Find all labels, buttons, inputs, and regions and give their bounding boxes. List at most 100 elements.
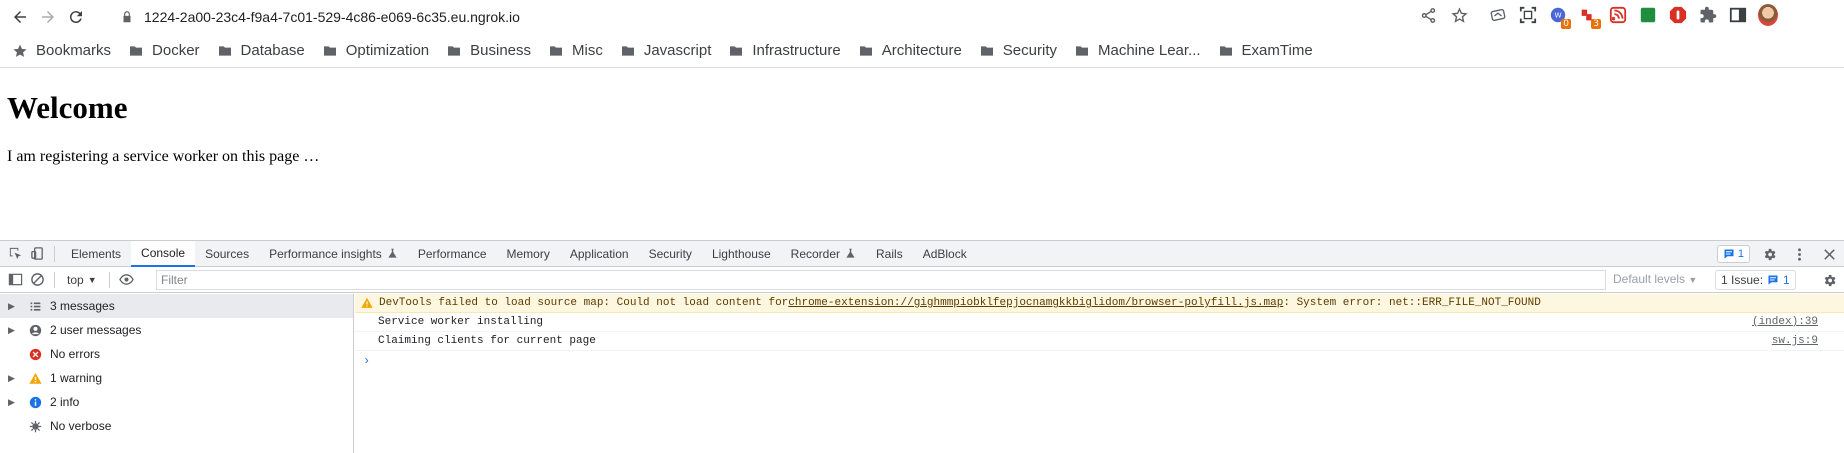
- arrow-left-icon: [14, 11, 26, 23]
- bookmark-folder[interactable]: Misc: [548, 37, 610, 65]
- extensions-menu[interactable]: [1698, 5, 1718, 25]
- rss-ext[interactable]: [1608, 5, 1628, 25]
- bookmark-folder[interactable]: Docker: [128, 37, 207, 65]
- bookmark-label: Machine Lear...: [1097, 42, 1201, 59]
- separator: [108, 271, 110, 288]
- console-warning-message[interactable]: DevTools failed to load source map: Coul…: [355, 294, 1844, 313]
- console-toolbar: top ▼ Filter Default levels ▼ 1 Issue: 1: [0, 267, 1844, 293]
- issues-count: 1: [1783, 273, 1790, 287]
- filter-input[interactable]: Filter: [156, 270, 1606, 290]
- sidebar-item-label: 3 messages: [50, 299, 115, 313]
- sidebar-item-label: 2 info: [50, 395, 80, 409]
- address-bar[interactable]: 1224-2a00-23c4-f9a4-7c01-529-4c86-e069-6…: [108, 2, 1474, 32]
- expand-arrow-icon[interactable]: ▶: [8, 325, 20, 336]
- kebab-menu-icon: [1797, 247, 1801, 261]
- forward-button[interactable]: [34, 3, 62, 31]
- bookmark-folder[interactable]: Javascript: [620, 37, 719, 65]
- inspect-element-button[interactable]: [4, 243, 26, 265]
- tab-elements[interactable]: Elements: [61, 241, 131, 267]
- page-paragraph: I am registering a service worker on thi…: [7, 148, 320, 165]
- console-log-message[interactable]: Claiming clients for current page sw.js:…: [355, 332, 1844, 351]
- folder-icon: [448, 45, 461, 56]
- avatar: [1758, 4, 1778, 26]
- ublock-ext[interactable]: 3: [1578, 5, 1601, 29]
- source-map-link[interactable]: chrome-extension://gighmmpiobklfepjocnam…: [788, 297, 1283, 309]
- verbose-icon: [26, 419, 44, 433]
- sidebar-item-label: 2 user messages: [50, 323, 142, 337]
- device-toolbar-button[interactable]: [26, 243, 48, 265]
- context-selector[interactable]: top ▼: [61, 273, 103, 287]
- extension-badge: 0: [1561, 19, 1571, 29]
- tab-label: Console: [141, 245, 186, 260]
- issues-button[interactable]: 1 Issue: 1: [1715, 270, 1796, 290]
- green-ext[interactable]: [1638, 5, 1658, 25]
- close-devtools-button[interactable]: [1818, 243, 1840, 265]
- tab-application[interactable]: Application: [560, 241, 639, 267]
- settings-button[interactable]: [1758, 243, 1780, 265]
- tab-adblock[interactable]: AdBlock: [913, 241, 977, 267]
- tab-security[interactable]: Security: [639, 241, 702, 267]
- sidebar-item-2-user-messages[interactable]: ▶ 2 user messages: [0, 318, 353, 342]
- folder-icon: [323, 45, 336, 56]
- bookmark-star-icon[interactable]: [1451, 7, 1468, 24]
- sidebar-item-1-warning[interactable]: ▶ 1 warning: [0, 366, 353, 390]
- expand-arrow-icon[interactable]: ▶: [8, 301, 20, 312]
- extensions-row: W 0 3: [1488, 4, 1778, 29]
- adblock-ext[interactable]: [1668, 5, 1688, 25]
- reload-button[interactable]: [62, 3, 90, 31]
- more-options-button[interactable]: [1788, 243, 1810, 265]
- google-translate-ext[interactable]: [1488, 5, 1508, 25]
- eye-icon: [119, 274, 134, 285]
- tab-recorder[interactable]: Recorder: [781, 241, 866, 267]
- tab-label: Sources: [205, 246, 250, 261]
- bookmark-folder[interactable]: Business: [446, 37, 538, 65]
- sidebar-item-3-messages[interactable]: ▶ 3 messages: [0, 294, 353, 318]
- tab-sources[interactable]: Sources: [195, 241, 259, 267]
- bookmark-label: Docker: [152, 42, 200, 59]
- clear-console-button[interactable]: [26, 269, 48, 291]
- bookmark-folder[interactable]: Security: [979, 37, 1064, 65]
- sidebar-item-label: 1 warning: [50, 371, 103, 385]
- devtools-panel: Elements Console Sources Performance insigh…: [0, 240, 1844, 453]
- sidebar-item-label: No errors: [50, 347, 101, 361]
- folder-icon: [730, 45, 743, 56]
- source-link[interactable]: (index):39: [1752, 316, 1818, 328]
- log-levels-dropdown[interactable]: Default levels ▼: [1613, 272, 1697, 286]
- folder-icon: [218, 45, 231, 56]
- source-link[interactable]: sw.js:9: [1772, 335, 1818, 347]
- tab-performance-insights[interactable]: Performance insights: [259, 241, 408, 267]
- bookmark-folder[interactable]: Infrastructure: [728, 37, 847, 65]
- toggle-sidebar-button[interactable]: [4, 269, 26, 291]
- sidebar-item-no-verbose[interactable]: No verbose: [0, 414, 353, 438]
- bookmarks-root[interactable]: Bookmarks: [12, 37, 118, 65]
- back-button[interactable]: [6, 3, 34, 31]
- sidebar-item-label: No verbose: [50, 419, 112, 433]
- bookmark-folder[interactable]: Architecture: [858, 37, 969, 65]
- tab-performance[interactable]: Performance: [408, 241, 497, 267]
- console-prompt[interactable]: ›: [355, 351, 1844, 371]
- side-panel-button[interactable]: [1728, 5, 1748, 25]
- live-expression-button[interactable]: [116, 269, 138, 291]
- console-settings-button[interactable]: [1818, 269, 1840, 291]
- lock-icon: [123, 11, 131, 23]
- bookmark-folder[interactable]: Machine Lear...: [1074, 37, 1208, 65]
- bookmark-folder[interactable]: Database: [217, 37, 312, 65]
- bookmark-folder[interactable]: ExamTime: [1218, 37, 1320, 65]
- sidebar-item-no-errors[interactable]: No errors: [0, 342, 353, 366]
- bookmark-folder[interactable]: Optimization: [322, 37, 436, 65]
- profile-button[interactable]: [1758, 4, 1778, 26]
- issues-counter[interactable]: 1: [1716, 245, 1750, 263]
- tab-lighthouse[interactable]: Lighthouse: [702, 241, 781, 267]
- wappalyzer-ext[interactable]: W 0: [1548, 5, 1571, 29]
- filter-placeholder: Filter: [161, 273, 188, 287]
- console-log-message[interactable]: Service worker installing (index):39: [355, 313, 1844, 332]
- expand-arrow-icon[interactable]: ▶: [8, 373, 20, 384]
- extension-badge: 3: [1591, 19, 1601, 29]
- screenshot-ext[interactable]: [1518, 5, 1538, 25]
- tab-console[interactable]: Console: [131, 240, 196, 267]
- expand-arrow-icon[interactable]: ▶: [8, 397, 20, 408]
- share-icon[interactable]: [1420, 7, 1437, 24]
- sidebar-item-2-info[interactable]: ▶ 2 info: [0, 390, 353, 414]
- tab-memory[interactable]: Memory: [497, 241, 560, 267]
- tab-rails[interactable]: Rails: [866, 241, 913, 267]
